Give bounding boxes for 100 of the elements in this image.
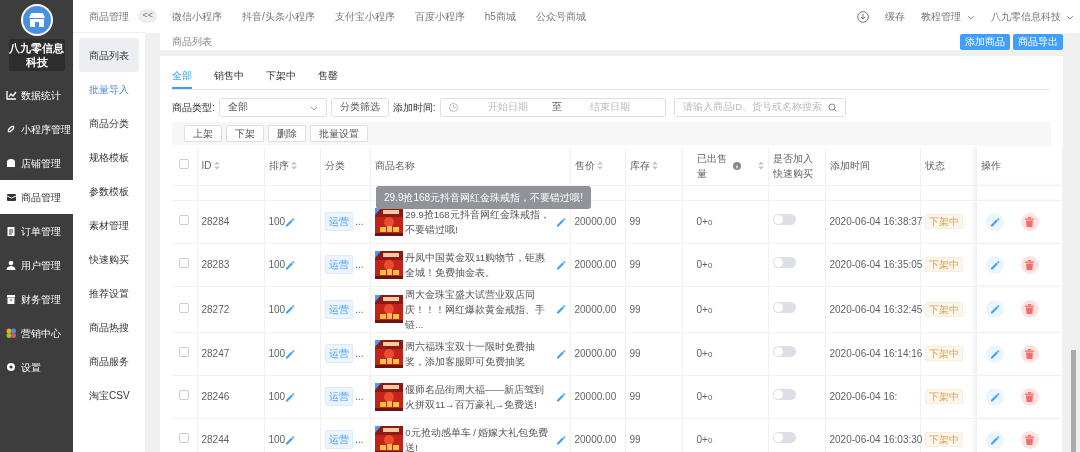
sidebar-item[interactable]: 设置 xyxy=(0,350,73,384)
pencil-icon[interactable] xyxy=(285,216,296,227)
nav-tab[interactable]: 公众号商城 xyxy=(535,9,586,24)
scrollbar[interactable] xyxy=(1071,350,1076,452)
sidebar-item[interactable]: 小程序管理 xyxy=(0,112,73,146)
pencil-icon xyxy=(990,216,1000,227)
submenu-item[interactable]: 淘宝CSV xyxy=(79,378,139,412)
sidebar-item[interactable]: 店铺管理 xyxy=(0,146,73,180)
submenu-item[interactable]: 快速购买 xyxy=(79,242,139,276)
pencil-icon[interactable] xyxy=(555,304,566,314)
stock-text: 99 xyxy=(629,216,641,227)
action-button[interactable]: 下架 xyxy=(226,125,264,142)
stock-text: 99 xyxy=(629,303,641,315)
id-text: 28246 xyxy=(201,391,230,402)
sidebar-item[interactable]: 商品管理 xyxy=(0,180,73,214)
price-text: 20000.00 xyxy=(574,259,617,270)
delete-button[interactable] xyxy=(1020,255,1039,274)
delete-button[interactable] xyxy=(1020,387,1039,406)
status-tab[interactable]: 销售中 xyxy=(214,68,244,89)
nav-tab[interactable]: 微信小程序 xyxy=(172,9,222,24)
row-checkbox[interactable] xyxy=(179,215,190,225)
nav-tab[interactable]: h5商城 xyxy=(484,9,516,24)
category-tag: 运营 xyxy=(324,430,353,449)
id-text: 28284 xyxy=(201,216,230,227)
delete-button[interactable] xyxy=(1020,212,1039,231)
page-title: 商品列表 xyxy=(172,35,212,49)
submenu-item[interactable]: 商品热搜 xyxy=(79,310,139,344)
edit-button[interactable] xyxy=(986,430,1004,449)
pencil-icon[interactable] xyxy=(555,259,566,270)
toggle-switch[interactable] xyxy=(772,214,796,225)
edit-button[interactable] xyxy=(986,344,1004,363)
pencil-icon[interactable] xyxy=(555,348,566,359)
sidebar-item[interactable]: 数据统计 xyxy=(0,78,73,112)
delete-button[interactable] xyxy=(1020,344,1039,363)
row-checkbox[interactable] xyxy=(179,347,190,357)
row-checkbox[interactable] xyxy=(179,258,190,268)
status-tag: 下架中 xyxy=(924,301,963,317)
collapse-button[interactable]: << xyxy=(138,9,157,23)
submenu-item[interactable]: 素材管理 xyxy=(79,208,139,242)
delete-button[interactable] xyxy=(1020,300,1039,318)
tutorial-menu[interactable]: 教程管理 xyxy=(921,9,961,24)
row-checkbox[interactable] xyxy=(179,433,190,443)
sort-value: 100 xyxy=(268,433,286,447)
price-text: 20000.00 xyxy=(574,303,617,315)
sidebar-item[interactable]: 营销中心 xyxy=(0,316,73,350)
toggle-switch[interactable] xyxy=(772,346,796,357)
submenu-item[interactable]: 规格模板 xyxy=(79,140,139,174)
status-tag: 下架中 xyxy=(924,257,963,272)
settings-icon xyxy=(6,361,17,373)
toggle-switch[interactable] xyxy=(772,432,796,443)
submenu-item[interactable]: 参数模板 xyxy=(79,174,139,208)
stock-text: 99 xyxy=(629,391,641,402)
row-checkbox[interactable] xyxy=(179,390,190,400)
action-button[interactable]: 上架 xyxy=(184,125,222,142)
toggle-switch[interactable] xyxy=(772,257,796,268)
sold-text: 0+0 xyxy=(696,434,713,445)
sort-value: 100 xyxy=(268,215,286,229)
submenu-item[interactable]: 推荐设置 xyxy=(79,276,139,310)
logo-icon xyxy=(20,4,53,36)
pencil-icon[interactable] xyxy=(555,391,566,402)
edit-button[interactable] xyxy=(986,300,1004,318)
nav-tab[interactable]: 百度小程序 xyxy=(414,9,465,24)
chart-icon xyxy=(6,89,17,101)
submenu-item[interactable]: 商品服务 xyxy=(79,344,139,378)
nav-tab[interactable]: 支付宝小程序 xyxy=(334,9,395,24)
edit-button[interactable] xyxy=(986,212,1004,231)
filter-button[interactable]: 分类筛选 xyxy=(330,98,389,117)
cache-link[interactable]: 缓存 xyxy=(885,9,905,24)
edit-button[interactable] xyxy=(986,387,1004,406)
pencil-icon[interactable] xyxy=(285,391,296,402)
chevron-down-icon xyxy=(966,13,975,20)
account-menu[interactable]: 八九零信息科技 xyxy=(990,9,1061,24)
action-button[interactable]: 批量设置 xyxy=(310,125,368,142)
status-tab[interactable]: 售罄 xyxy=(318,68,338,89)
pencil-icon[interactable] xyxy=(555,434,566,445)
pencil-icon[interactable] xyxy=(555,216,566,227)
toggle-switch[interactable] xyxy=(772,301,796,313)
submenu-item[interactable]: 商品分类 xyxy=(79,106,139,140)
tooltip: 29.9抢168元抖音网红金珠戒指，不要错过哦! xyxy=(376,186,591,209)
column-header: 商品名称 xyxy=(374,159,415,174)
type-select[interactable]: 全部 xyxy=(218,98,327,117)
row-checkbox[interactable] xyxy=(179,302,190,313)
delete-button[interactable] xyxy=(1020,430,1039,449)
nav-tab[interactable]: 抖音/头条小程序 xyxy=(242,9,315,24)
pencil-icon[interactable] xyxy=(285,434,296,445)
filter-label: 添加时间: xyxy=(392,101,436,115)
sidebar-item[interactable]: 财务管理 xyxy=(0,282,73,316)
more-text: ... xyxy=(355,215,364,229)
status-tab[interactable]: 下架中 xyxy=(266,68,296,89)
toggle-switch[interactable] xyxy=(772,389,796,400)
pencil-icon[interactable] xyxy=(285,304,296,314)
edit-button[interactable] xyxy=(986,255,1004,274)
pencil-icon[interactable] xyxy=(285,259,296,270)
pencil-icon[interactable] xyxy=(285,348,296,359)
action-button[interactable]: 删除 xyxy=(268,125,306,142)
select-all-checkbox[interactable] xyxy=(179,159,190,170)
submenu-item[interactable]: 商品列表 xyxy=(79,38,139,72)
submenu-item[interactable]: 批量导入 xyxy=(79,72,139,106)
sidebar-item[interactable]: 订单管理 xyxy=(0,214,73,248)
sidebar-item[interactable]: 用户管理 xyxy=(0,248,73,282)
